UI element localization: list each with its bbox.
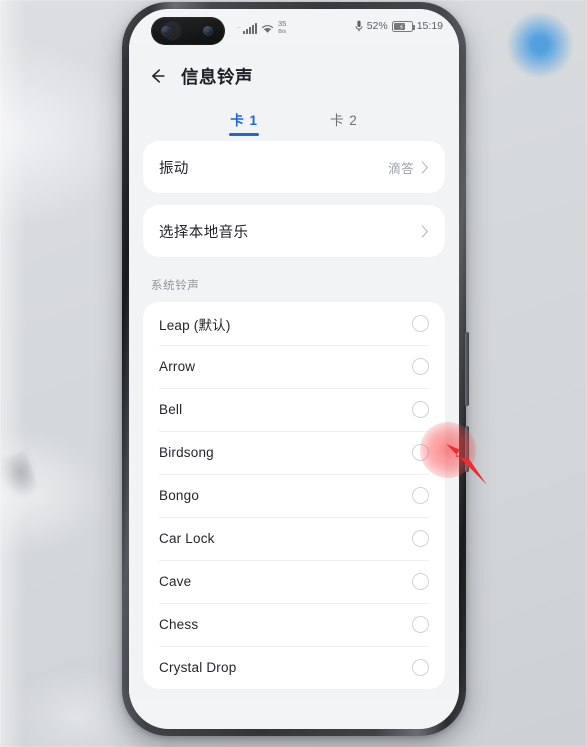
- cellular-signal-icon: [243, 22, 257, 34]
- network-speed-indicator: 35 B/s: [278, 19, 287, 36]
- camera-lens-icon: [203, 26, 213, 36]
- app-bar: 信息铃声: [129, 51, 459, 101]
- power-button[interactable]: [465, 426, 469, 472]
- ringtone-name: Bongo: [159, 488, 200, 503]
- radio-button-icon[interactable]: [412, 444, 429, 461]
- volume-button[interactable]: [465, 332, 469, 406]
- ringtone-name: Cave: [159, 574, 192, 589]
- list-item[interactable]: Bell: [143, 388, 445, 431]
- radio-button-icon[interactable]: [412, 530, 429, 547]
- background-left-highlight: [0, 0, 26, 747]
- radio-button-icon[interactable]: [412, 659, 429, 676]
- charging-bolt-icon: ⚡: [398, 22, 405, 32]
- radio-button-icon[interactable]: [412, 358, 429, 375]
- chevron-right-icon: [421, 161, 429, 173]
- status-bar: ·· 35 B/s 52% ⚡ 15:19: [129, 9, 459, 51]
- radio-button-icon[interactable]: [412, 487, 429, 504]
- battery-percent-label: 52%: [366, 20, 388, 32]
- settings-content: 振动 滴答 选择本地音乐 系统铃声 Leap (默认) Arrow Bell B…: [129, 141, 459, 699]
- list-item[interactable]: Cave: [143, 560, 445, 603]
- list-item[interactable]: Leap (默认): [143, 302, 445, 345]
- ringtone-name: Chess: [159, 617, 199, 632]
- ringtone-name: Leap (默认): [159, 317, 231, 333]
- front-camera-cutout: [151, 17, 225, 45]
- sim-card-tabs: 卡 1 卡 2: [129, 101, 459, 141]
- list-item[interactable]: Chess: [143, 603, 445, 646]
- battery-icon: ⚡: [391, 20, 415, 32]
- phone-screen: ·· 35 B/s 52% ⚡ 15:19 信息铃声 卡 1 卡 2 振动 滴答…: [129, 9, 459, 729]
- ringtone-name: Bell: [159, 402, 183, 417]
- ringtone-list: Leap (默认) Arrow Bell Birdsong Bongo Car …: [143, 302, 445, 689]
- list-item[interactable]: Bongo: [143, 474, 445, 517]
- chevron-right-icon: [421, 225, 429, 237]
- system-ringtone-section-title: 系统铃声: [151, 280, 200, 292]
- radio-button-icon[interactable]: [412, 573, 429, 590]
- vibration-row[interactable]: 振动 滴答: [143, 141, 445, 193]
- wifi-icon: [261, 24, 274, 33]
- ringtone-name: Birdsong: [159, 445, 214, 460]
- ringtone-name: Arrow: [159, 359, 196, 374]
- ringtone-name: Car Lock: [159, 531, 215, 546]
- phone-device: ·· 35 B/s 52% ⚡ 15:19 信息铃声 卡 1 卡 2 振动 滴答…: [122, 2, 469, 736]
- ringtone-name: Crystal Drop: [159, 660, 237, 675]
- camera-lens-icon: [161, 26, 171, 36]
- vibration-label: 振动: [159, 160, 189, 177]
- list-item[interactable]: Car Lock: [143, 517, 445, 560]
- list-item[interactable]: Arrow: [143, 345, 445, 388]
- radio-button-icon[interactable]: [412, 616, 429, 633]
- select-local-music-row[interactable]: 选择本地音乐: [143, 205, 445, 257]
- clock-label: 15:19: [416, 20, 443, 32]
- local-music-card: 选择本地音乐: [143, 205, 445, 257]
- dual-sim-icon: ··: [237, 25, 241, 31]
- radio-button-icon[interactable]: [412, 401, 429, 418]
- vibration-value: 滴答: [388, 161, 414, 176]
- status-left-icons: ·· 35 B/s: [237, 20, 286, 36]
- radio-button-icon[interactable]: [412, 315, 429, 332]
- status-right-icons: 52% ⚡ 15:19: [355, 20, 443, 32]
- page-title: 信息铃声: [181, 66, 253, 87]
- tab-sim-2[interactable]: 卡 2: [324, 105, 364, 138]
- tab-sim-1[interactable]: 卡 1: [224, 105, 264, 138]
- microphone-icon: [355, 20, 363, 32]
- list-item[interactable]: Crystal Drop: [143, 646, 445, 689]
- select-local-music-label: 选择本地音乐: [159, 224, 249, 241]
- vibration-card: 振动 滴答: [143, 141, 445, 193]
- back-arrow-icon[interactable]: [147, 66, 167, 86]
- list-item[interactable]: Birdsong: [143, 431, 445, 474]
